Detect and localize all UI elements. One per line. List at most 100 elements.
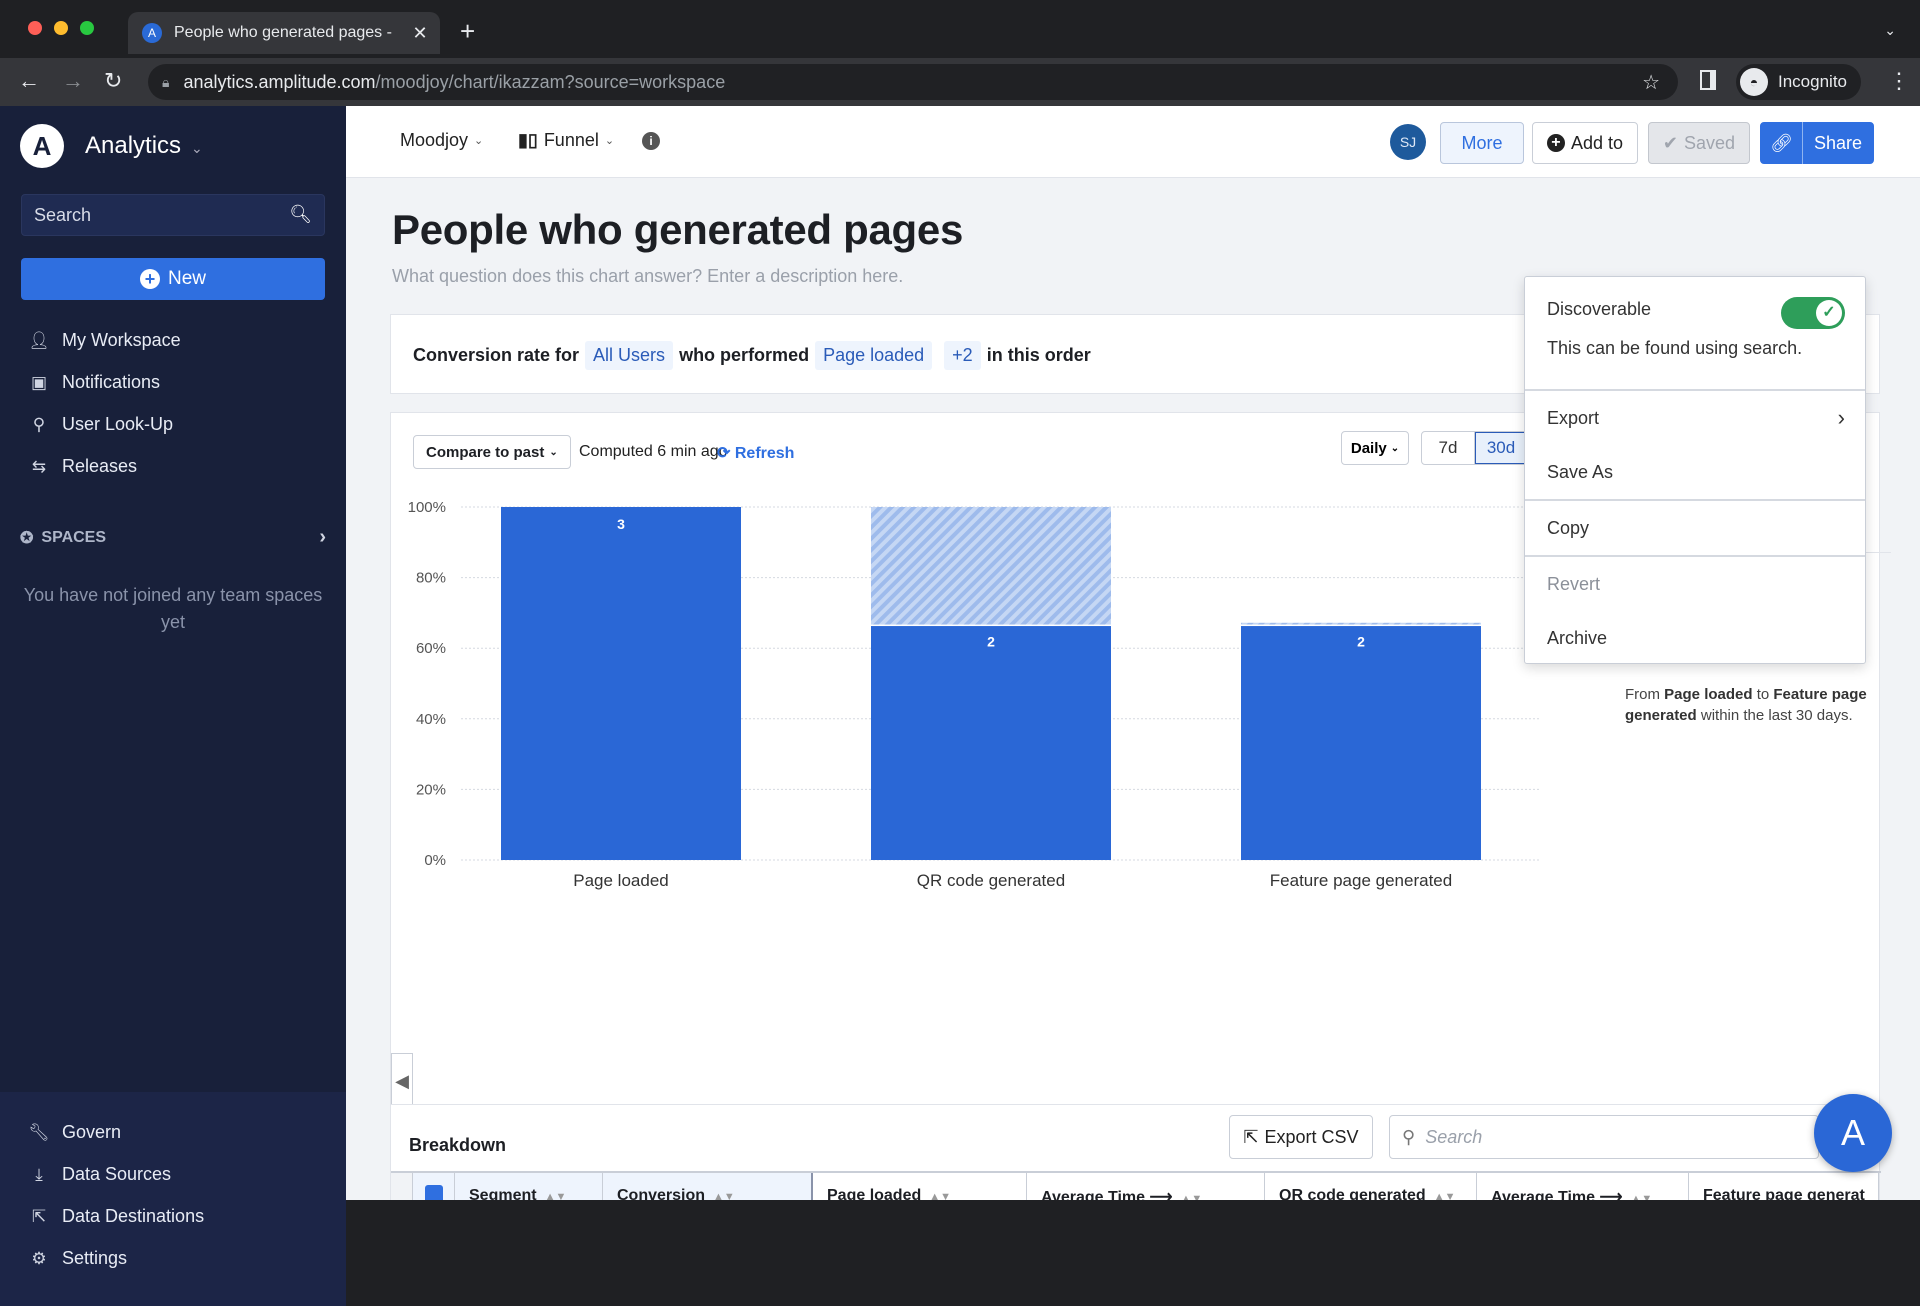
saved-button[interactable]: ✔ Saved [1648, 122, 1750, 164]
reload-button[interactable]: ↻ [104, 68, 122, 94]
sidebar-item-my-workspace[interactable]: 👤︎ My Workspace [28, 330, 181, 351]
browser-menu-icon[interactable]: ⋮ [1888, 68, 1910, 94]
tab-title: People who generated pages - [174, 24, 392, 41]
dropoff-bar[interactable] [871, 507, 1111, 625]
back-button[interactable]: ← [18, 68, 40, 94]
sidebar-item-data-sources[interactable]: ⤓ Data Sources [28, 1164, 171, 1185]
conversion-bar[interactable] [501, 507, 741, 860]
sidebar-search-input[interactable]: Search 🔍︎ [21, 194, 325, 236]
minimize-window-button[interactable] [54, 21, 68, 35]
spaces-empty-message: You have not joined any team spaces yet [23, 585, 323, 632]
page-title[interactable]: People who generated pages [392, 206, 963, 254]
link-icon[interactable]: 🔗︎ [1761, 122, 1803, 164]
interval-dropdown[interactable]: Daily ⌄ [1341, 431, 1409, 465]
column-header-page-loaded[interactable]: Page loaded ▲▼ [813, 1173, 1027, 1200]
chevron-down-icon: ⌄ [474, 135, 484, 147]
range-7d[interactable]: 7d [1422, 432, 1475, 464]
spaces-section-header[interactable]: ✪ SPACES › [20, 526, 326, 549]
chart-description-input[interactable]: What question does this chart answer? En… [392, 266, 903, 287]
column-header-segment[interactable]: Segment ▲▼ [455, 1173, 603, 1200]
search-placeholder: Search [34, 204, 92, 225]
avatar[interactable]: SJ [1390, 124, 1426, 160]
column-header-average-time[interactable]: Average Time ⟶ ▲▼ [1477, 1173, 1689, 1200]
add-to-label: Add to [1570, 132, 1624, 153]
sidebar-item-label: Data Sources [62, 1164, 172, 1184]
tab-search-chevron-icon[interactable]: ⌄ [1884, 22, 1896, 39]
forward-button[interactable]: → [62, 68, 84, 94]
spaces-label: SPACES [41, 528, 107, 546]
breakdown-card: Breakdown ⇱ Export CSV ⚲ Search Segment ▲▼ … [390, 1104, 1881, 1200]
conversion-bar[interactable] [1241, 626, 1481, 860]
add-to-button[interactable]: + Add to [1532, 122, 1638, 164]
conversion-bar[interactable] [871, 626, 1111, 860]
refresh-label: Refresh [734, 445, 795, 462]
sidebar-item-data-destinations[interactable]: ⇱ Data Destinations [28, 1206, 204, 1227]
new-tab-button[interactable]: + [460, 18, 475, 44]
column-header-qr-code-generated[interactable]: QR code generated ▲▼ [1265, 1173, 1477, 1200]
share-button[interactable]: 🔗︎ Share [1760, 122, 1874, 164]
chevron-right-icon[interactable]: › [319, 526, 326, 549]
export-csv-button[interactable]: ⇱ Export CSV [1229, 1115, 1373, 1159]
sort-icon: ▲▼ [544, 1191, 567, 1200]
menu-section: Revert Archive [1525, 557, 1865, 665]
menu-item-save-as[interactable]: Save As [1525, 445, 1865, 499]
sidebar-item-releases[interactable]: ⇆ Releases [28, 456, 137, 477]
menu-item-copy[interactable]: Copy [1525, 501, 1865, 555]
funnel-chart-icon: ▮▯ [518, 130, 538, 150]
column-header-feature-page-generated[interactable]: Feature page generat [1689, 1173, 1879, 1200]
chart-toolbar: Moodjoy ⌄ ▮▯ Funnel ⌄ i SJ More + Add to ✔ Sa… [346, 106, 1920, 178]
column-header-average-time[interactable]: Average Time ⟶ ▲▼ [1027, 1173, 1265, 1200]
column-header-conversion[interactable]: Conversion ▲▼ [603, 1173, 813, 1200]
select-all-checkbox[interactable] [413, 1173, 455, 1200]
chart-type-name: Funnel [543, 130, 599, 150]
menu-item-archive[interactable]: Archive [1525, 611, 1865, 665]
sidebar-item-settings[interactable]: ⚙ Settings [28, 1248, 127, 1269]
breakdown-title: Breakdown [409, 1135, 507, 1155]
sidebar-item-user-look-up[interactable]: ⚲ User Look-Up [28, 414, 173, 435]
info-icon[interactable]: i [642, 132, 660, 150]
maximize-window-button[interactable] [80, 21, 94, 35]
menu-section: Copy [1525, 501, 1865, 557]
check-icon: ✔ [1662, 132, 1679, 153]
segment-chip[interactable]: All Users [585, 341, 674, 370]
sidebar-item-govern[interactable]: 🔧︎ Govern [28, 1122, 121, 1143]
breakdown-search-input[interactable]: ⚲ Search [1389, 1115, 1819, 1159]
total-conversion-description: From Page loaded to Feature page generat… [1625, 686, 1867, 724]
more-button[interactable]: More [1440, 122, 1524, 164]
gear-icon: ⚙ [31, 1248, 47, 1268]
amplitude-logo-icon[interactable]: A [20, 124, 64, 168]
new-button[interactable]: + New [21, 258, 325, 300]
compare-to-past-dropdown[interactable]: Compare to past ⌄ [413, 435, 571, 469]
export-csv-label: Export CSV [1264, 1126, 1359, 1147]
plus-circle-icon: + [1546, 134, 1565, 152]
incognito-profile-button[interactable]: ◓ Incognito [1736, 64, 1861, 100]
sort-icon: ▲▼ [1433, 1191, 1456, 1200]
sidebar-item-label: Data Destinations [62, 1206, 205, 1226]
discoverable-toggle[interactable]: ✓ [1781, 297, 1845, 329]
sidebar-item-label: User Look-Up [62, 414, 174, 434]
dropoff-bar[interactable] [1241, 622, 1481, 625]
side-panel-icon[interactable] [1700, 70, 1716, 90]
browser-tab[interactable]: A People who generated pages - ✕ [128, 12, 440, 54]
close-tab-icon[interactable]: ✕ [408, 23, 432, 44]
menu-item-export[interactable]: Export › [1525, 391, 1865, 445]
app-switcher[interactable]: Analytics ⌄ [85, 132, 203, 160]
sidebar-item-notifications[interactable]: ▣ Notifications [28, 372, 160, 393]
project-selector[interactable]: Moodjoy ⌄ [400, 130, 483, 151]
menu-section: Export › Save As [1525, 391, 1865, 501]
bookmark-star-icon[interactable]: ☆ [1642, 70, 1660, 95]
more-events-chip[interactable]: +2 [944, 341, 981, 370]
refresh-button[interactable]: ⟳ Refresh [717, 443, 794, 463]
close-window-button[interactable] [28, 21, 42, 35]
amplitude-assistant-button[interactable]: A [1814, 1094, 1892, 1172]
chart-type-selector[interactable]: ▮▯ Funnel ⌄ [518, 130, 614, 151]
range-30d[interactable]: 30d [1475, 432, 1528, 464]
sidebar-bottom-nav: 🔧︎ Govern ⤓ Data Sources ⇱ Data Destination… [0, 1092, 346, 1306]
incognito-label: Incognito [1778, 72, 1847, 91]
chevron-down-icon: ⌄ [191, 140, 203, 156]
url-field[interactable]: 🔒︎ analytics.amplitude.com/moodjoy/chart… [148, 64, 1678, 100]
collapse-panel-button[interactable]: ◀ [391, 1053, 413, 1109]
address-bar-row: ← → ↻ 🔒︎ analytics.amplitude.com/moodjoy… [0, 58, 1920, 106]
search-icon: 🔍︎ [289, 204, 312, 224]
event-chip[interactable]: Page loaded [815, 341, 933, 370]
